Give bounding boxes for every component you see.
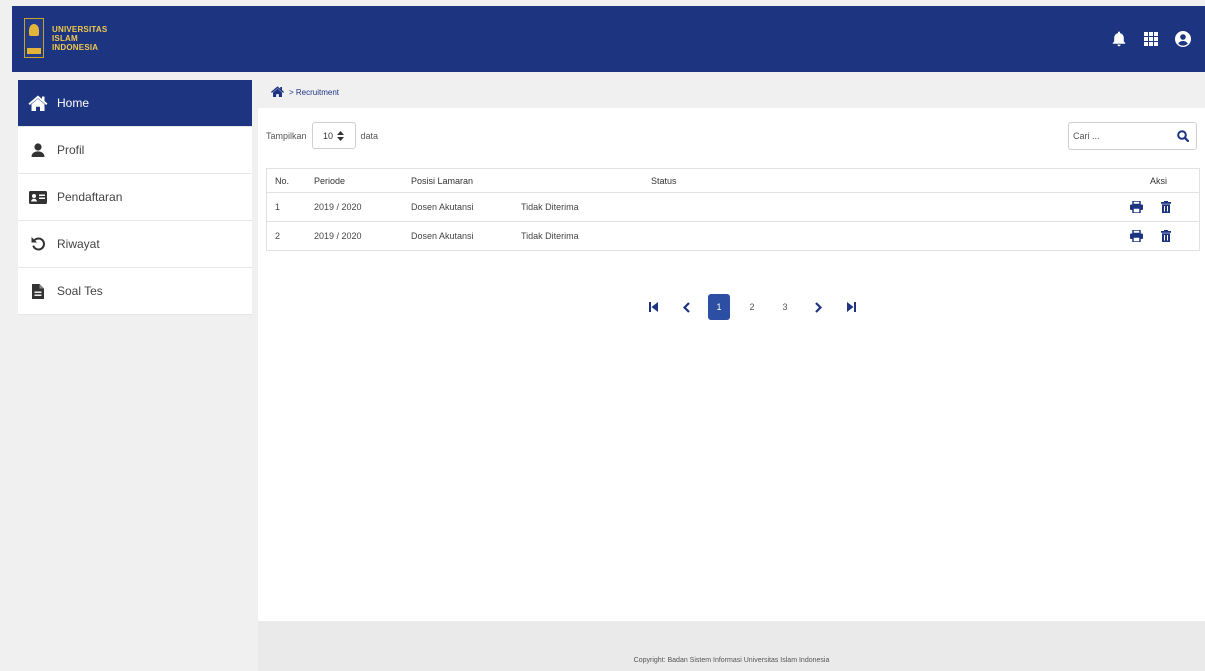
- main-panel: Tampilkan 10 data No. Periode Posisi Lam…: [258, 108, 1205, 621]
- apps-grid-icon[interactable]: [1135, 32, 1167, 46]
- logo-line-1: UNIVERSITAS: [52, 24, 108, 34]
- cell-periode: 2019 / 2020: [314, 202, 362, 212]
- print-icon[interactable]: [1130, 201, 1143, 213]
- page-length-control: Tampilkan 10 data: [266, 122, 378, 149]
- document-icon: [27, 283, 49, 299]
- sidebar-item-home[interactable]: Home: [18, 80, 252, 127]
- sidebar-item-label: Pendaftaran: [57, 190, 123, 204]
- cell-aksi: [1046, 230, 1199, 242]
- sidebar-item-label: Home: [57, 96, 90, 110]
- cell-no: 2: [275, 231, 281, 241]
- id-card-icon: [27, 190, 49, 204]
- cell-no: 1: [275, 202, 281, 212]
- last-page-icon[interactable]: [840, 294, 862, 320]
- page-2-button[interactable]: 2: [741, 294, 763, 320]
- sidebar-item-label: Soal Tes: [57, 284, 103, 298]
- cell-status: Tidak Diterima: [521, 202, 579, 212]
- next-page-icon[interactable]: [807, 294, 829, 320]
- page-size-select[interactable]: 10: [311, 122, 356, 149]
- sidebar-item-riwayat[interactable]: Riwayat: [18, 221, 252, 268]
- col-no: No.: [275, 175, 290, 186]
- sort-arrows-icon: [337, 130, 345, 141]
- breadcrumb-current[interactable]: > Recruitment: [289, 88, 339, 97]
- print-icon[interactable]: [1130, 230, 1143, 242]
- top-icon-group: [1103, 6, 1205, 72]
- sidebar-menu: Home Profil Pendaftaran Riwayat Soal Tes: [18, 80, 252, 315]
- col-aksi: Aksi: [1149, 175, 1167, 186]
- cell-status: Tidak Diterima: [521, 231, 579, 241]
- col-status: Status: [651, 175, 677, 186]
- table-header: No. Periode Posisi Lamaran Status Aksi: [266, 168, 1200, 193]
- prev-page-icon[interactable]: [675, 294, 697, 320]
- logo-line-3: INDONESIA: [52, 42, 99, 52]
- home-icon: [27, 95, 49, 111]
- footer-copyright: Copyright: Badan Sistem Informasi Univer…: [633, 657, 830, 664]
- sidebar-item-soal-tes[interactable]: Soal Tes: [18, 268, 252, 315]
- trash-icon[interactable]: [1161, 201, 1171, 213]
- bell-icon[interactable]: [1103, 31, 1135, 47]
- user-icon: [27, 143, 49, 157]
- search-box: [1068, 122, 1197, 150]
- sidebar-item-profil[interactable]: Profil: [18, 127, 252, 174]
- page-1-button[interactable]: 1: [708, 294, 730, 320]
- home-icon[interactable]: [270, 86, 285, 99]
- page-3-button[interactable]: 3: [774, 294, 796, 320]
- data-label: data: [360, 130, 379, 141]
- top-navbar: UNIVERSITAS ISLAM INDONESIA: [12, 6, 1205, 72]
- search-input[interactable]: [1073, 124, 1173, 148]
- history-icon: [27, 236, 49, 252]
- recruitment-table: No. Periode Posisi Lamaran Status Aksi 1…: [266, 168, 1200, 251]
- cell-periode: 2019 / 2020: [314, 231, 362, 241]
- cell-aksi: [1046, 201, 1199, 213]
- breadcrumb: > Recruitment: [270, 86, 339, 99]
- sidebar-item-pendaftaran[interactable]: Pendaftaran: [18, 174, 252, 221]
- sidebar-item-label: Riwayat: [57, 237, 100, 251]
- col-periode: Periode: [314, 175, 346, 186]
- logo-text: UNIVERSITAS ISLAM INDONESIA: [52, 25, 107, 52]
- logo-line-2: ISLAM: [52, 33, 78, 43]
- table-row: 2 2019 / 2020 Dosen Akutansi Tidak Diter…: [266, 222, 1200, 251]
- user-circle-icon[interactable]: [1167, 31, 1199, 47]
- table-row: 1 2019 / 2020 Dosen Akutansi Tidak Diter…: [266, 193, 1200, 222]
- page-size-value: 10: [323, 130, 334, 141]
- show-label: Tampilkan: [266, 130, 307, 141]
- university-emblem-icon: [24, 18, 44, 58]
- trash-icon[interactable]: [1161, 230, 1171, 242]
- first-page-icon[interactable]: [642, 294, 664, 320]
- cell-posisi: Dosen Akutansi: [411, 202, 474, 212]
- university-logo[interactable]: UNIVERSITAS ISLAM INDONESIA: [24, 18, 107, 58]
- search-icon[interactable]: [1177, 130, 1189, 142]
- footer: Copyright: Badan Sistem Informasi Univer…: [258, 621, 1205, 671]
- pagination: 1 2 3: [642, 294, 873, 320]
- col-posisi: Posisi Lamaran: [411, 175, 474, 186]
- sidebar-item-label: Profil: [57, 143, 85, 157]
- cell-posisi: Dosen Akutansi: [411, 231, 474, 241]
